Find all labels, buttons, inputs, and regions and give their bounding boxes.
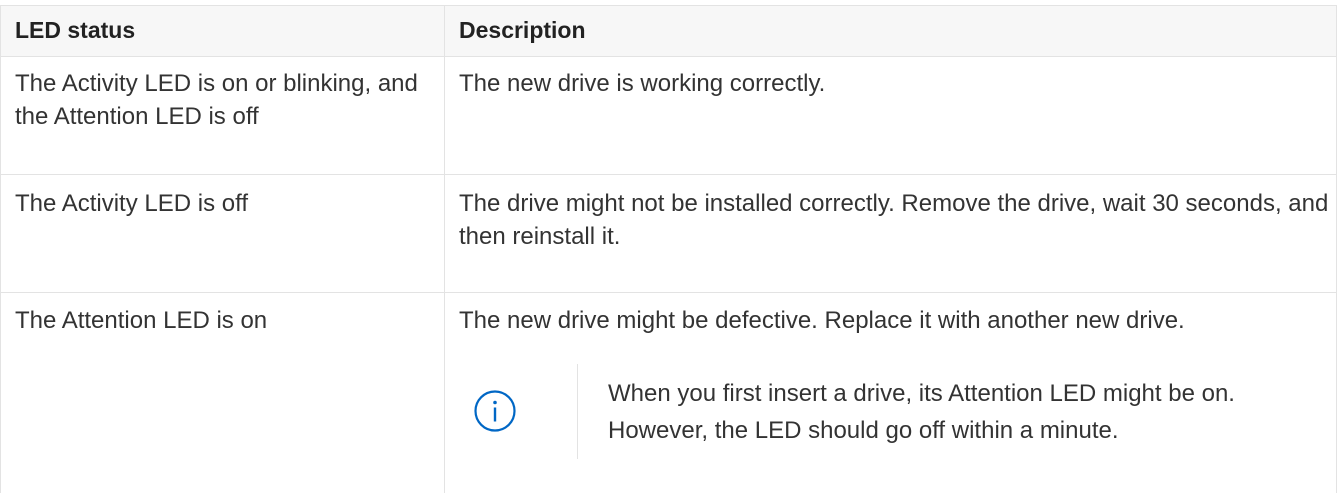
table-border-left xyxy=(0,5,1,493)
table-column-divider xyxy=(444,5,445,493)
note-text: When you first insert a drive, its Atten… xyxy=(608,380,1235,444)
table-row-1-status: The Activity LED is on or blinking, and … xyxy=(15,70,418,130)
header-led-status: LED status xyxy=(15,17,136,43)
table-row-2-description: The drive might not be installed correct… xyxy=(459,190,1329,250)
table-border-top xyxy=(0,5,1337,6)
table-border-row-2 xyxy=(0,292,1337,293)
header-description: Description xyxy=(459,17,586,43)
table-row-1-description: The new drive is working correctly. xyxy=(459,70,826,97)
table-row-3-description: The new drive might be defective. Replac… xyxy=(459,307,1185,334)
led-status-table: LED status Description The Activity LED … xyxy=(0,0,1337,493)
table-row-3-status: The Attention LED is on xyxy=(15,307,268,334)
table-row-2-status: The Activity LED is off xyxy=(15,190,248,217)
table-border-header xyxy=(0,56,1337,57)
table-border-row-1 xyxy=(0,174,1337,175)
info-circle-icon xyxy=(474,390,516,432)
note-divider xyxy=(577,364,578,459)
